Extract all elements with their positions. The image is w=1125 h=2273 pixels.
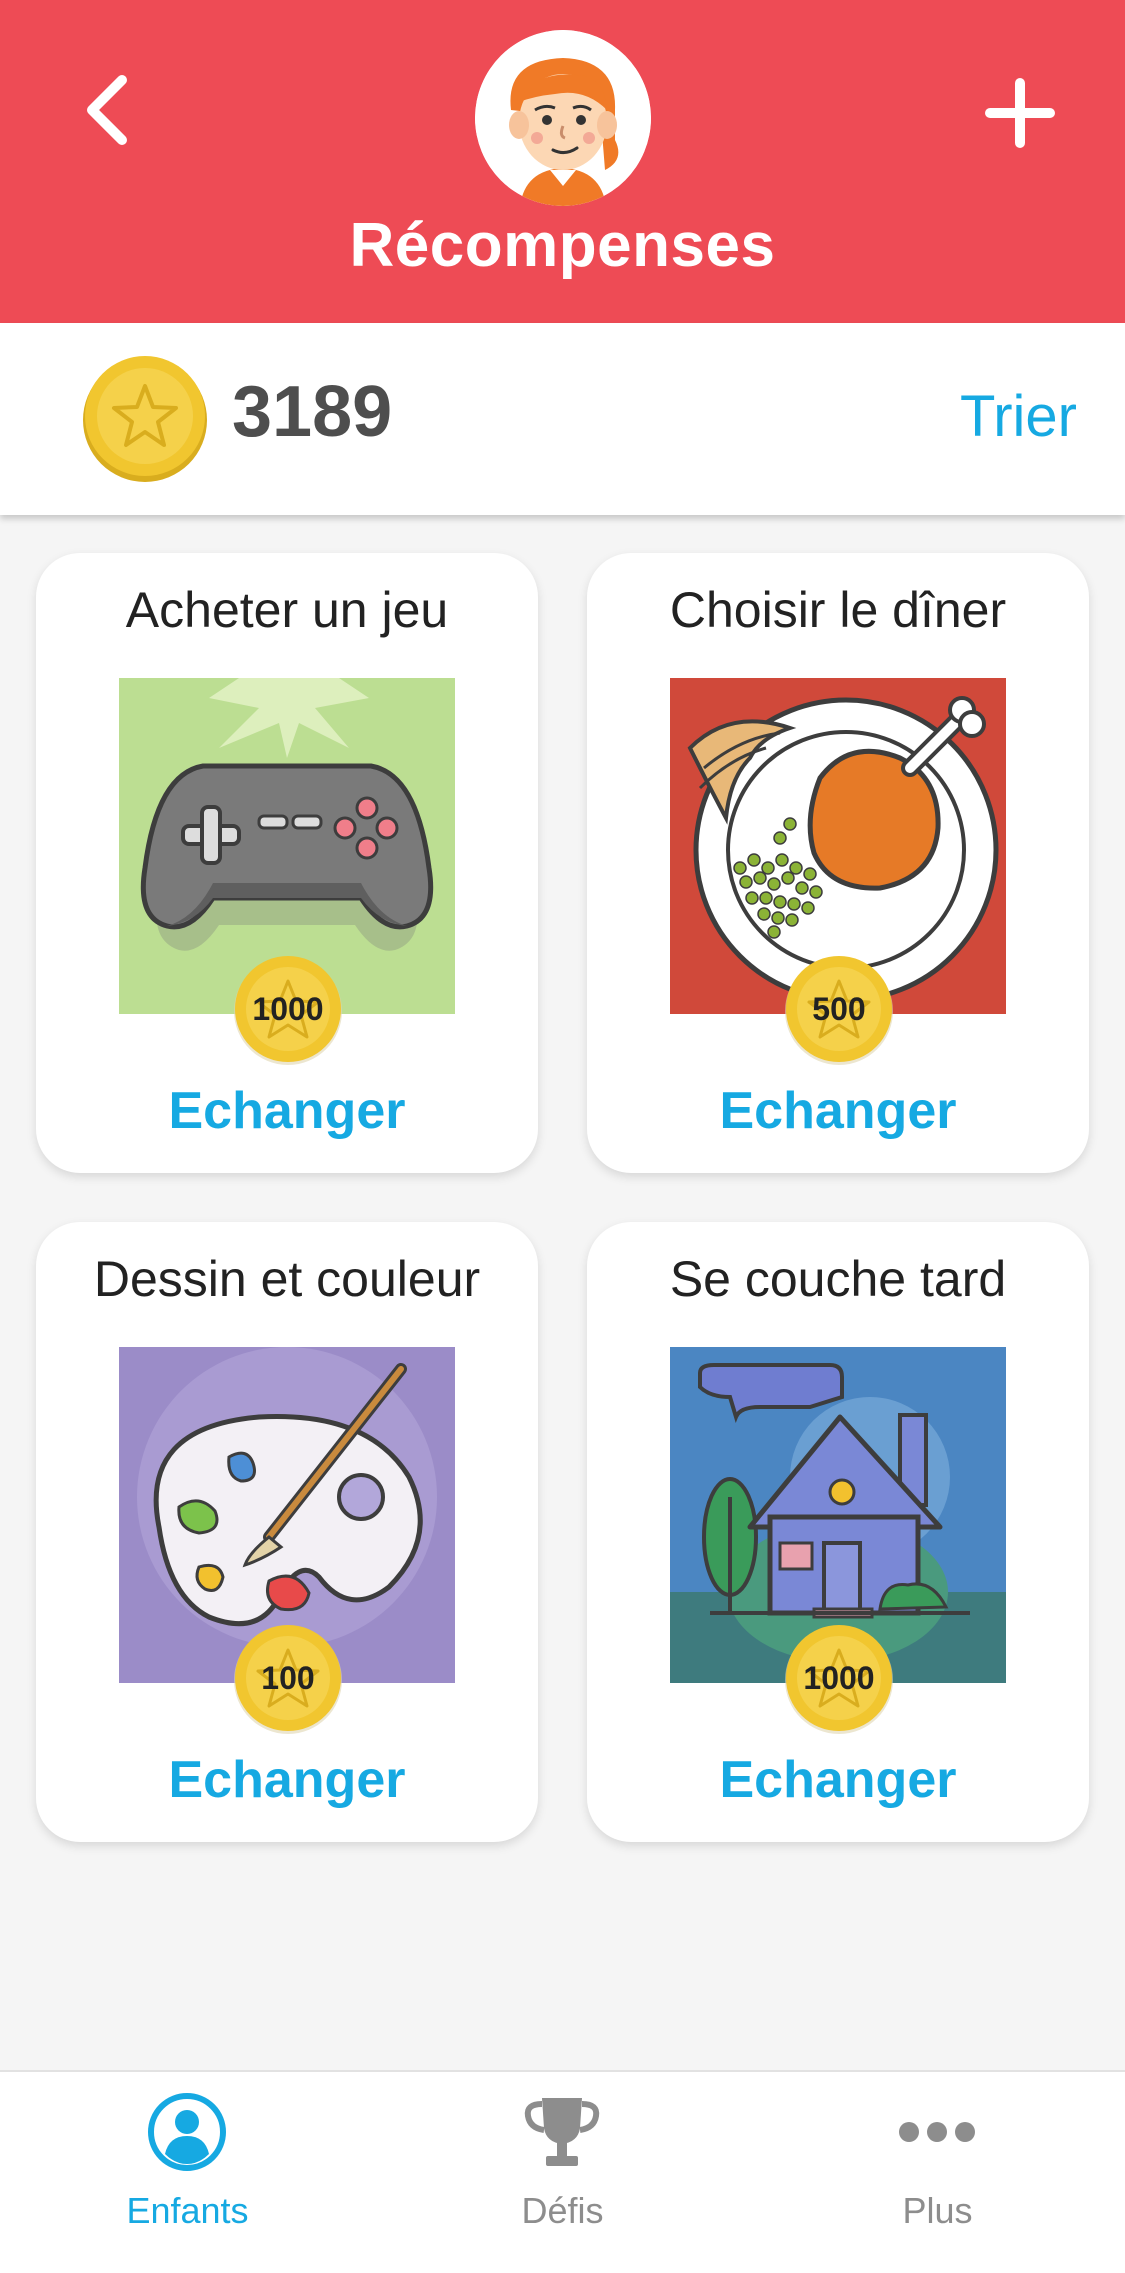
reward-title: Acheter un jeu [125, 582, 449, 638]
redeem-button[interactable]: Echanger [587, 1081, 1089, 1141]
trophy-icon [524, 2098, 600, 2166]
more-dots-icon [899, 2122, 975, 2142]
add-reward-button[interactable] [975, 68, 1065, 158]
user-circle-icon [148, 2093, 226, 2171]
tab-enfants[interactable]: Enfants [0, 2072, 375, 2273]
tab-label: Défis [521, 2190, 604, 2231]
balance-bar: 3189 Trier [0, 323, 1125, 515]
reward-title: Dessin et couleur [93, 1251, 481, 1307]
avatar[interactable] [475, 30, 651, 206]
reward-price: 1000 [803, 1660, 875, 1696]
reward-card[interactable]: Acheter un jeu 1000 Echanger [36, 553, 538, 1173]
sort-button[interactable]: Trier [960, 383, 1077, 450]
reward-card[interactable]: Se couche tard 1000 Echanger [587, 1222, 1089, 1842]
back-button[interactable] [70, 70, 150, 150]
redeem-button[interactable]: Echanger [36, 1750, 538, 1810]
reward-card[interactable]: Dessin et couleur 100 Echanger [36, 1222, 538, 1842]
tab-defis[interactable]: Défis [375, 2072, 750, 2273]
bottom-nav: Enfants Défis Plus [0, 2070, 1125, 2273]
price-coin: 500 [783, 953, 895, 1065]
price-coin: 1000 [783, 1622, 895, 1734]
star-coin-icon [80, 353, 210, 483]
child-avatar-image [475, 30, 651, 206]
redeem-button[interactable]: Echanger [36, 1081, 538, 1141]
tab-label: Enfants [126, 2190, 249, 2231]
page-title: Récompenses [349, 211, 776, 280]
tab-label: Plus [902, 2190, 973, 2231]
reward-title: Choisir le dîner [669, 582, 1007, 638]
plus-icon [985, 78, 1055, 148]
coin-balance: 3189 [232, 372, 393, 452]
redeem-button[interactable]: Echanger [587, 1750, 1089, 1810]
reward-price: 500 [812, 991, 866, 1027]
tab-plus[interactable]: Plus [750, 2072, 1125, 2273]
header: Récompenses [0, 0, 1125, 323]
reward-card[interactable]: Choisir le dîner 500 Echanger [587, 553, 1089, 1173]
reward-price: 100 [261, 1660, 315, 1696]
reward-price: 1000 [252, 991, 324, 1027]
reward-title: Se couche tard [669, 1251, 1007, 1307]
price-coin: 1000 [232, 953, 344, 1065]
price-coin: 100 [232, 1622, 344, 1734]
chevron-left-icon [87, 75, 127, 145]
